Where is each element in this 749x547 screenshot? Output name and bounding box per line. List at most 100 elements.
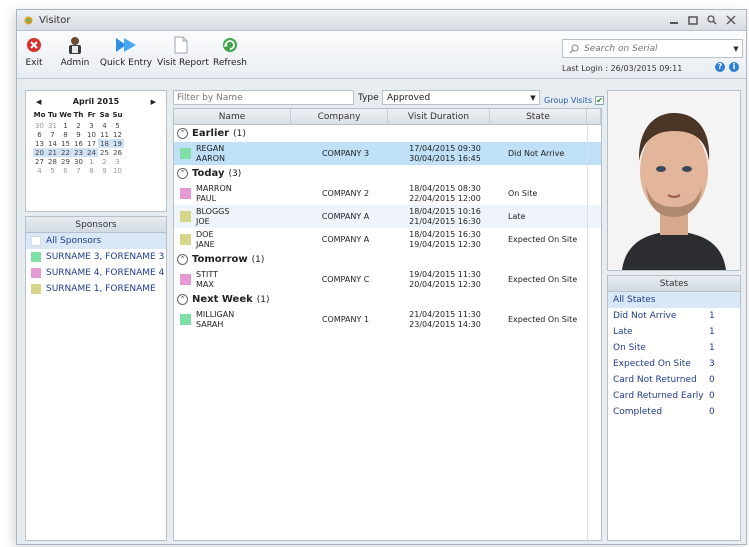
state-label: Did Not Arrive <box>613 311 677 321</box>
calendar-day[interactable]: 2 <box>72 121 85 130</box>
calendar-day[interactable]: 30 <box>72 157 85 166</box>
calendar-day[interactable]: 9 <box>98 166 111 175</box>
table-row[interactable]: MARRON PAUL COMPANY 2 18/04/2015 08:30 2… <box>174 182 601 205</box>
group-visits-checkbox[interactable]: ✔ <box>595 96 605 105</box>
calendar-day[interactable]: 25 <box>98 148 111 157</box>
calendar-day[interactable]: 26 <box>111 148 124 157</box>
calendar-day[interactable]: 29 <box>59 157 72 166</box>
column-header-visit-duration[interactable]: Visit Duration <box>388 109 490 124</box>
column-header-state[interactable]: State <box>490 109 587 124</box>
calendar-day[interactable]: 21 <box>46 148 59 157</box>
visitor-company: COMPANY 2 <box>321 189 370 198</box>
admin-button[interactable]: Admin <box>59 34 91 68</box>
type-select[interactable]: Approved ▼ <box>382 90 540 105</box>
calendar-day[interactable]: 2 <box>98 157 111 166</box>
state-item[interactable]: On Site 1 <box>608 340 740 356</box>
calendar-day[interactable]: 4 <box>98 121 111 130</box>
state-item[interactable]: Card Not Returned 0 <box>608 372 740 388</box>
help-icon[interactable]: ? <box>715 62 725 72</box>
calendar-day[interactable]: 6 <box>33 130 46 139</box>
table-row[interactable]: DOE JANE COMPANY A 18/04/2015 16:30 19/0… <box>174 228 601 251</box>
calendar-day[interactable]: 8 <box>85 166 98 175</box>
calendar-day[interactable]: 23 <box>72 148 85 157</box>
quick-entry-button[interactable]: Quick Entry <box>98 34 154 68</box>
group-header[interactable]: ⌃ Next Week (1) <box>174 291 601 308</box>
sponsor-label: SURNAME 3, FORENAME 3 <box>46 252 165 262</box>
states-panel: States All States Did Not Arrive 1 Late … <box>607 275 741 541</box>
calendar-day[interactable]: 19 <box>111 139 124 148</box>
exit-button[interactable]: Exit <box>23 34 45 68</box>
collapse-icon[interactable]: ⌃ <box>177 294 188 305</box>
column-header-name[interactable]: Name <box>174 109 291 124</box>
calendar-day[interactable]: 14 <box>46 139 59 148</box>
info-icon[interactable]: i <box>729 62 739 72</box>
state-item[interactable]: Completed 0 <box>608 404 740 420</box>
minimize-icon[interactable] <box>669 15 679 25</box>
calendar-day[interactable]: 1 <box>59 121 72 130</box>
table-row[interactable]: BLOGGS JOE COMPANY A 18/04/2015 10:16 21… <box>174 205 601 228</box>
table-row[interactable]: STITT MAX COMPANY C 19/04/2015 11:30 20/… <box>174 268 601 291</box>
calendar-day[interactable]: 7 <box>72 166 85 175</box>
close-icon[interactable] <box>726 15 736 25</box>
calendar-day[interactable]: 24 <box>85 148 98 157</box>
group-header[interactable]: ⌃ Today (3) <box>174 165 601 182</box>
name-filter-input[interactable] <box>173 90 354 105</box>
state-item[interactable]: Expected On Site 3 <box>608 356 740 372</box>
state-item-all[interactable]: All States <box>608 292 740 308</box>
calendar-day[interactable]: 5 <box>46 166 59 175</box>
state-item[interactable]: Late 1 <box>608 324 740 340</box>
calendar-day[interactable]: 18 <box>98 139 111 148</box>
collapse-icon[interactable]: ⌃ <box>177 168 188 179</box>
calendar-day[interactable]: 30 <box>33 121 46 130</box>
calendar-day[interactable]: 22 <box>59 148 72 157</box>
calendar-day[interactable]: 12 <box>111 130 124 139</box>
sponsor-item[interactable]: SURNAME 1, FORENAME <box>26 281 166 297</box>
calendar-day[interactable]: 6 <box>59 166 72 175</box>
calendar-day[interactable]: 15 <box>59 139 72 148</box>
prev-month-icon[interactable]: ◀ <box>36 98 41 106</box>
state-item[interactable]: Card Returned Early 0 <box>608 388 740 404</box>
group-visits-toggle[interactable]: Group Visits ✔ <box>544 96 605 105</box>
state-label: All States <box>613 295 656 305</box>
state-count: 1 <box>709 327 715 337</box>
calendar-day[interactable]: 4 <box>33 166 46 175</box>
next-month-icon[interactable]: ▶ <box>151 98 156 106</box>
weekday-label: We <box>59 111 72 119</box>
calendar-day[interactable]: 3 <box>85 121 98 130</box>
calendar-day[interactable]: 9 <box>72 130 85 139</box>
calendar-day[interactable]: 16 <box>72 139 85 148</box>
calendar-day[interactable]: 8 <box>59 130 72 139</box>
column-header-company[interactable]: Company <box>291 109 388 124</box>
maximize-icon[interactable] <box>688 15 698 25</box>
sponsor-item[interactable]: SURNAME 3, FORENAME 3 <box>26 249 166 265</box>
sponsor-item-all[interactable]: All Sponsors <box>26 233 166 249</box>
calendar-day[interactable]: 7 <box>46 130 59 139</box>
visit-report-button[interactable]: Visit Report <box>157 34 209 68</box>
table-row[interactable]: MILLIGAN SARAH COMPANY 1 21/04/2015 11:3… <box>174 308 601 331</box>
zoom-icon[interactable] <box>707 15 717 25</box>
calendar-day[interactable]: 28 <box>46 157 59 166</box>
table-row[interactable]: REGAN AARON COMPANY 3 17/04/2015 09:30 3… <box>174 142 601 165</box>
grid-scrollbar[interactable] <box>587 125 601 540</box>
collapse-icon[interactable]: ⌃ <box>177 254 188 265</box>
visit-end: 22/04/2015 12:00 <box>409 193 481 203</box>
calendar-day[interactable]: 3 <box>111 157 124 166</box>
calendar-day[interactable]: 31 <box>46 121 59 130</box>
calendar-day[interactable]: 10 <box>111 166 124 175</box>
search-input[interactable] <box>584 43 724 54</box>
calendar-day[interactable]: 13 <box>33 139 46 148</box>
sponsor-item[interactable]: SURNAME 4, FORENAME 4 <box>26 265 166 281</box>
calendar-day[interactable]: 1 <box>85 157 98 166</box>
refresh-button[interactable]: Refresh <box>213 34 247 68</box>
calendar-day[interactable]: 5 <box>111 121 124 130</box>
state-item[interactable]: Did Not Arrive 1 <box>608 308 740 324</box>
group-header[interactable]: ⌃ Tomorrow (1) <box>174 251 601 268</box>
calendar-day[interactable]: 20 <box>33 148 46 157</box>
calendar-day[interactable]: 17 <box>85 139 98 148</box>
calendar-day[interactable]: 10 <box>85 130 98 139</box>
collapse-icon[interactable]: ⌃ <box>177 128 188 139</box>
calendar-day[interactable]: 27 <box>33 157 46 166</box>
search-dropdown-icon[interactable]: ▼ <box>730 45 742 53</box>
calendar-day[interactable]: 11 <box>98 130 111 139</box>
group-header[interactable]: ⌃ Earlier (1) <box>174 125 601 142</box>
